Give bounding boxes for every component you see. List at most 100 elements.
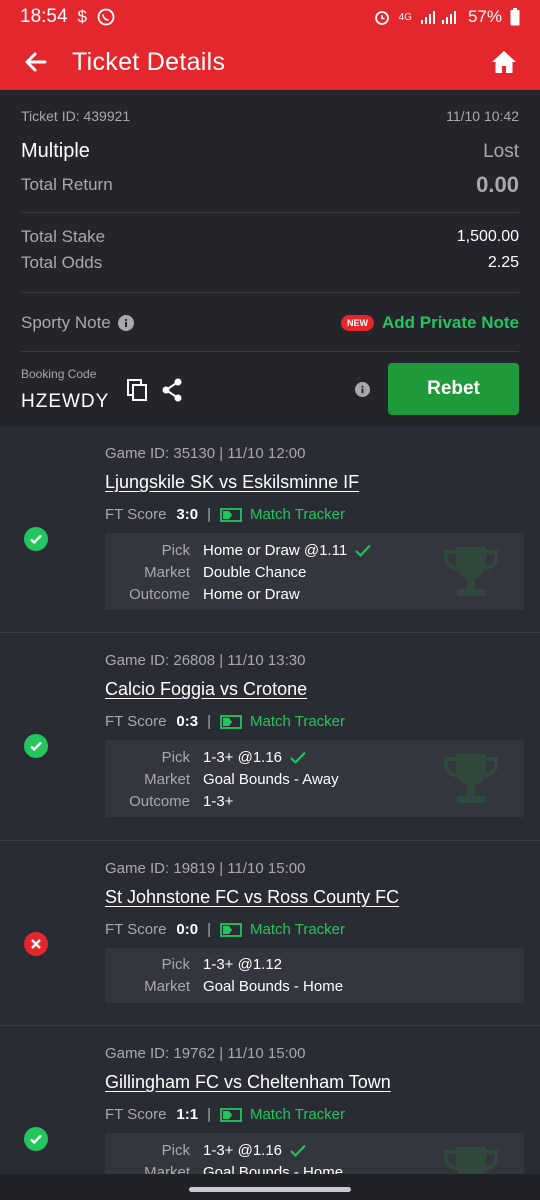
sporty-note-label: Sporty Note — [21, 313, 111, 332]
separator: | — [207, 713, 211, 730]
market-label: Market — [144, 771, 190, 788]
market-value: Goal Bounds - Away — [203, 771, 339, 788]
ft-score-row: FT Score 0:0 | Match Tracker — [105, 921, 345, 938]
total-odds-label: Total Odds — [21, 253, 103, 272]
ticket-summary: Ticket ID: 439921 11/10 10:42 Multiple L… — [0, 90, 540, 426]
pick-label: Pick — [161, 749, 190, 766]
battery-icon — [510, 8, 520, 26]
match-tracker-link[interactable]: Match Tracker — [250, 506, 345, 523]
match-tracker-icon[interactable] — [220, 1107, 242, 1122]
match-teams-link[interactable]: Gillingham FC vs Cheltenham Town — [105, 1072, 391, 1093]
check-icon — [290, 751, 306, 764]
ft-score-label: FT Score — [105, 506, 167, 523]
divider — [21, 212, 519, 213]
win-icon — [24, 734, 48, 758]
back-button[interactable] — [0, 34, 72, 90]
ticket-type: Multiple — [21, 140, 90, 162]
match-teams-link[interactable]: Calcio Foggia vs Crotone — [105, 679, 307, 700]
game-item: Game ID: 26808 | 11/10 13:30 Calcio Fogg… — [0, 633, 540, 841]
separator: | — [207, 506, 211, 523]
game-item: Game ID: 35130 | 11/10 12:00 Ljungskile … — [0, 426, 540, 633]
pick-value: 1-3+ @1.16 — [203, 749, 283, 766]
ft-score: 0:0 — [176, 921, 199, 938]
ft-score-label: FT Score — [105, 713, 167, 730]
pick-details: Pick 1-3+ @1.16 Market Goal Bounds - Away … — [105, 740, 524, 817]
trophy-icon — [444, 547, 498, 596]
pick-label: Pick — [161, 1142, 190, 1159]
ft-score: 3:0 — [176, 506, 199, 523]
divider — [21, 292, 519, 293]
separator: | — [207, 1106, 211, 1123]
ft-score-row: FT Score 1:1 | Match Tracker — [105, 1106, 345, 1123]
ft-score: 1:1 — [176, 1106, 199, 1123]
home-button[interactable] — [468, 34, 540, 90]
ft-score: 0:3 — [176, 713, 199, 730]
share-icon[interactable] — [161, 378, 183, 402]
market-value: Double Chance — [203, 564, 307, 581]
game-id: Game ID: 35130 | 11/10 12:00 — [105, 445, 306, 462]
arrow-left-icon — [25, 52, 47, 72]
match-teams-link[interactable]: Ljungskile SK vs Eskilsminne IF — [105, 472, 359, 493]
pick-label: Pick — [161, 956, 190, 973]
add-private-note-link[interactable]: Add Private Note — [382, 313, 519, 333]
total-odds-value: 2.25 — [487, 254, 519, 271]
rebet-button[interactable]: Rebet — [388, 363, 519, 415]
ticket-id: Ticket ID: 439921 — [21, 108, 131, 124]
ticket-result: Lost — [483, 140, 519, 162]
battery-percent: 57% — [467, 7, 502, 26]
home-icon — [492, 51, 516, 73]
game-id: Game ID: 19762 | 11/10 15:00 — [105, 1045, 306, 1062]
match-tracker-link[interactable]: Match Tracker — [250, 713, 345, 730]
total-return-value: 0.00 — [476, 172, 519, 197]
info-icon[interactable] — [117, 315, 134, 331]
home-gesture-handle[interactable] — [189, 1187, 351, 1192]
dollar-icon: $ — [77, 7, 88, 26]
outcome-label: Outcome — [129, 793, 190, 810]
status-bar: 18:54 $ 4G 57% — [0, 0, 540, 34]
pick-value: 1-3+ @1.16 — [203, 1142, 283, 1159]
app-bar: Ticket Details — [0, 34, 540, 90]
divider — [21, 351, 519, 352]
alarm-icon — [374, 11, 389, 25]
match-tracker-link[interactable]: Match Tracker — [250, 1106, 345, 1123]
pick-label: Pick — [161, 542, 190, 559]
booking-code-label: Booking Code — [21, 367, 97, 381]
total-return-label: Total Return — [21, 175, 113, 194]
check-icon — [355, 544, 371, 557]
separator: | — [207, 921, 211, 938]
booking-code: HZEWDY — [21, 391, 110, 412]
match-tracker-icon[interactable] — [220, 714, 242, 729]
match-teams-link[interactable]: St Johnstone FC vs Ross County FC — [105, 887, 399, 908]
network-type: 4G — [398, 11, 412, 23]
games-list: Game ID: 35130 | 11/10 12:00 Ljungskile … — [0, 426, 540, 1200]
pick-details: Pick Home or Draw @1.11 Market Double Chan… — [105, 533, 524, 610]
new-badge: NEW — [341, 315, 375, 331]
pick-value: 1-3+ @1.12 — [203, 956, 283, 973]
trophy-icon — [444, 754, 498, 803]
pick-details: Pick 1-3+ @1.12 Market Goal Bounds - Home — [105, 948, 524, 1003]
copy-icon[interactable] — [127, 379, 147, 401]
match-tracker-link[interactable]: Match Tracker — [250, 921, 345, 938]
total-stake-value: 1,500.00 — [456, 228, 519, 245]
system-nav-bar — [0, 1174, 540, 1200]
page-title: Ticket Details — [72, 47, 226, 76]
lose-icon — [24, 932, 48, 956]
ft-score-label: FT Score — [105, 921, 167, 938]
check-icon — [290, 1144, 306, 1157]
ft-score-row: FT Score 3:0 | Match Tracker — [105, 506, 345, 523]
game-id: Game ID: 26808 | 11/10 13:30 — [105, 652, 306, 669]
outcome-value: 1-3+ — [203, 793, 234, 810]
market-value: Goal Bounds - Home — [203, 978, 344, 995]
whatsapp-icon — [97, 8, 115, 26]
outcome-value: Home or Draw — [203, 586, 300, 603]
market-label: Market — [144, 978, 190, 995]
win-icon — [24, 1127, 48, 1151]
game-item: Game ID: 19819 | 11/10 15:00 St Johnston… — [0, 841, 540, 1026]
match-tracker-icon[interactable] — [220, 922, 242, 937]
signal-icon — [420, 11, 456, 24]
match-tracker-icon[interactable] — [220, 507, 242, 522]
win-icon — [24, 527, 48, 551]
info-icon[interactable] — [355, 382, 370, 397]
ticket-datetime: 11/10 10:42 — [446, 108, 519, 124]
pick-value: Home or Draw @1.11 — [203, 542, 348, 559]
